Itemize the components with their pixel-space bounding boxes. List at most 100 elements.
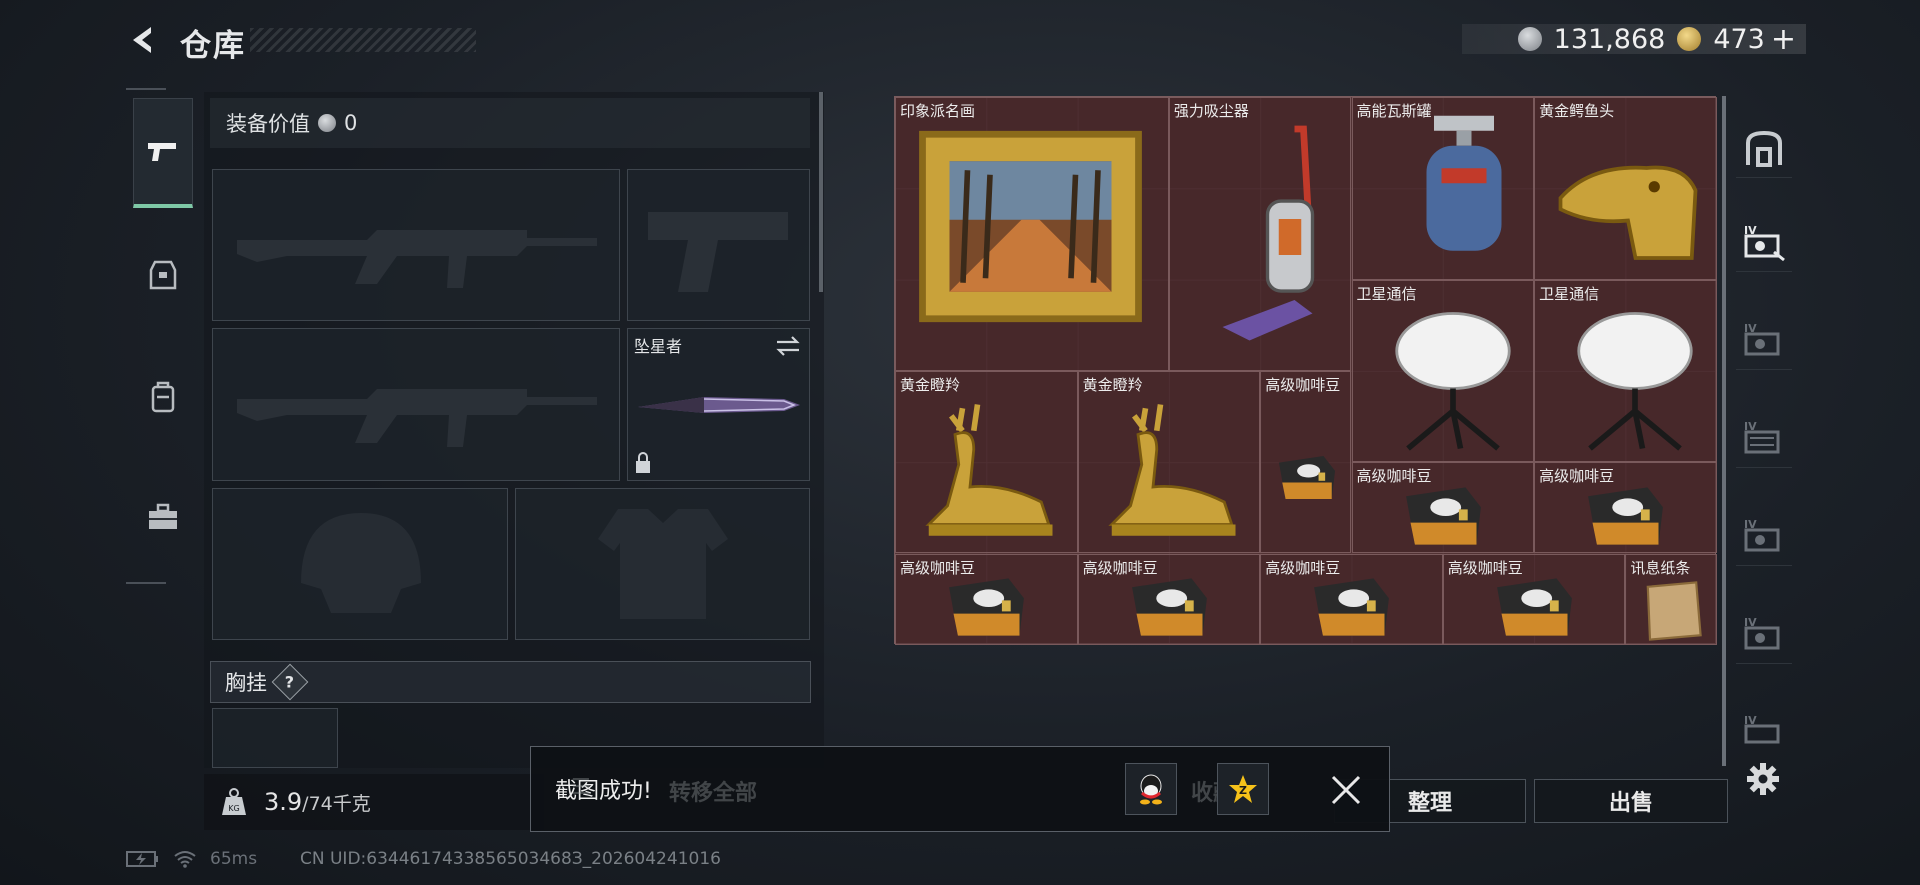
category-scrollbar[interactable] [1722,96,1726,766]
toast-close-button[interactable] [1329,773,1363,807]
screenshot-toast: 截图成功! ☰ 转移全部 收藏 Z [530,746,1390,832]
coffee-bag-icon [1314,578,1390,636]
share-qq-button[interactable] [1125,763,1177,815]
toast-message: 截图成功! [555,779,652,804]
grid-item-label: 印象派名画 [900,102,976,120]
sidearm-slot[interactable] [627,169,810,321]
weight-max: /74千克 [302,793,371,815]
coffee-bag-icon [1405,487,1481,545]
armor-slot[interactable] [515,488,810,640]
pistol-silhouette-icon [648,212,788,292]
armor-silhouette-icon [598,509,728,619]
grid-item-label: 卫星通信 [1356,284,1417,303]
grid-item[interactable]: 高级咖啡豆 [1260,370,1352,554]
grid-item[interactable]: 高能瓦斯罐 [1351,97,1535,280]
gas-can-icon [1426,116,1502,252]
tab-armor[interactable] [133,220,193,330]
category-iv-2[interactable]: IV [1736,310,1792,370]
category-iv-3[interactable]: IV [1736,408,1792,468]
storage-grid: 印象派名画 强力吸尘器 高能瓦斯罐 黄金鳄鱼头 卫星通信 卫星通信 黄金瞪羚 黄… [894,96,1717,645]
coin-icon [1517,27,1542,51]
tab-backpack[interactable] [133,342,193,452]
status-bar: 65ms [126,849,257,869]
knife-icon [638,397,800,413]
grid-item[interactable]: 印象派名画 [895,97,1169,371]
lock-icon [636,452,650,473]
page-title: 仓库 [180,28,246,64]
grid-item-label: 黄金鳄鱼头 [1539,102,1615,120]
melee-slot[interactable]: 坠星者 [627,328,810,481]
satellite-dish-icon [1577,311,1694,451]
coffee-bag-icon [949,578,1025,636]
transfer-all-button[interactable]: 转移全部 [669,775,757,807]
gear-icon [1747,763,1779,795]
grid-item[interactable]: 高级咖啡豆 [1442,553,1626,645]
back-button[interactable] [124,20,164,60]
equipment-scrollbar[interactable] [819,92,823,292]
grid-item-label: 讯息纸条 [1630,558,1691,577]
pistol-icon [148,142,176,161]
coin-amount: 131,868 [1553,23,1666,55]
note-paper-icon [1646,580,1702,641]
equipment-value-row: 装备价值 0 [210,98,810,148]
grid-item[interactable]: 高级咖啡豆 [1260,553,1443,645]
weight-current: 3.9 [264,788,303,816]
help-icon[interactable]: ? [271,663,309,701]
category-all[interactable] [1736,118,1792,178]
gold-gazelle-icon [1108,404,1236,536]
equipment-value-label: 装备价值 [226,112,310,136]
swap-arrows-icon[interactable] [775,335,801,357]
qzone-star-icon: Z [1229,775,1257,803]
sell-button[interactable]: 出售 [1534,779,1728,823]
grid-item[interactable]: 卫星通信 [1534,279,1717,463]
category-iv-valuables[interactable]: IV [1736,212,1792,272]
back-arrow-icon [133,27,151,53]
grid-item[interactable]: 高级咖啡豆 [1351,462,1535,554]
grid-item[interactable]: 讯息纸条 [1625,553,1717,645]
grid-item[interactable]: 黄金瞪羚 [895,370,1078,554]
grid-item-label: 卫星通信 [1539,284,1600,303]
settings-button[interactable] [1746,762,1780,796]
grid-item-label: 高级咖啡豆 [1539,467,1615,486]
grid-item[interactable]: 卫星通信 [1351,279,1535,463]
category-iv-4[interactable]: IV [1736,506,1792,566]
share-qzone-button[interactable]: Z [1217,763,1269,815]
coin-icon [318,114,336,132]
gold-amount: 473 [1713,23,1765,55]
grid-item[interactable]: 黄金瞪羚 [1077,370,1261,554]
grid-item-label: 强力吸尘器 [1173,102,1249,120]
tab-toolbox[interactable] [133,462,193,572]
melee-weapon-name: 坠星者 [634,337,683,356]
grid-item[interactable]: 高级咖啡豆 [1534,462,1717,554]
gold-icon [1677,27,1702,51]
grid-item[interactable]: 高级咖啡豆 [895,553,1078,645]
tab-weapons[interactable] [133,98,193,208]
storage-icon [1746,130,1782,167]
vest-icon [149,260,177,290]
iv-category-icon: IV [1744,518,1780,551]
coffee-bag-icon [1131,578,1207,636]
chest-rig-label: 胸挂 [225,671,267,695]
grid-item-label: 高级咖啡豆 [1356,467,1432,486]
secondary-weapon-slot[interactable] [212,328,620,481]
equipment-value: 0 [344,111,358,135]
gold-gazelle-icon [925,404,1053,536]
weight-icon: KG [222,788,246,815]
iv-category-icon: IV [1744,322,1780,355]
painting-icon [918,131,1142,323]
grid-item-label: 黄金瞪羚 [1082,375,1143,394]
chest-rig-slot[interactable] [212,708,338,768]
category-iv-6[interactable]: IV [1736,700,1792,760]
grid-item-label: 高级咖啡豆 [1265,558,1341,577]
grid-item[interactable]: 强力吸尘器 [1168,97,1352,371]
battery-charging-icon [126,851,158,867]
helmet-slot[interactable] [212,488,508,640]
grid-item-label: 高级咖啡豆 [1082,558,1158,577]
grid-item[interactable]: 高级咖啡豆 [1077,553,1261,645]
category-iv-5[interactable]: IV [1736,604,1792,664]
primary-weapon-slot[interactable] [212,169,620,321]
coffee-bag-icon [1497,578,1572,636]
grid-item[interactable]: 黄金鳄鱼头 [1534,97,1717,280]
add-gold-button[interactable]: + [1771,22,1796,57]
satellite-dish-icon [1395,311,1511,451]
